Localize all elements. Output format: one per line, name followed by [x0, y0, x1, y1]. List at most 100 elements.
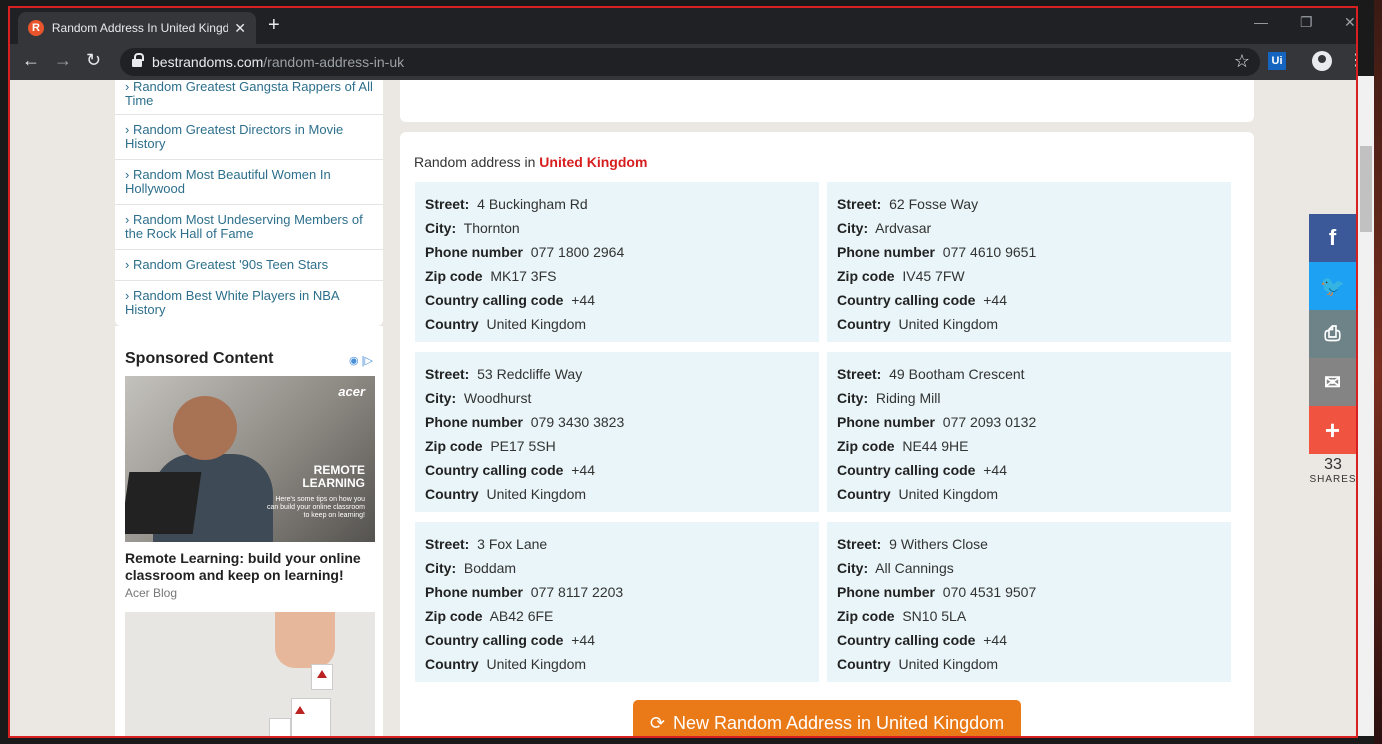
forward-icon[interactable]: →	[54, 50, 72, 71]
city-row: City: Riding Mill	[837, 386, 1221, 410]
street-value: 4 Buckingham Rd	[477, 196, 588, 212]
street-value: 53 Redcliffe Way	[477, 366, 583, 382]
address-card: Street: 4 Buckingham Rd City: Thornton P…	[415, 182, 819, 342]
zip-label: Zip code	[425, 608, 483, 624]
lock-icon	[132, 52, 144, 68]
facebook-icon: f	[1328, 225, 1337, 250]
browser-menu-icon[interactable]: ⋮	[1348, 50, 1356, 70]
street-row: Street: 9 Withers Close	[837, 532, 1221, 556]
address-results-card: Random address in United Kingdom Street:…	[400, 132, 1254, 736]
heading-prefix: Random address in	[414, 154, 540, 170]
reload-icon[interactable]: ↻	[86, 50, 101, 71]
city-value: Thornton	[463, 220, 520, 236]
ad-image-2[interactable]	[125, 612, 375, 736]
calling-code-label: Country calling code	[425, 632, 564, 648]
street-row: Street: 62 Fosse Way	[837, 192, 1221, 216]
calling-code-row: Country calling code +44	[837, 628, 1221, 652]
city-row: City: Thornton	[425, 216, 809, 240]
sidebar-link[interactable]: › Random Most Beautiful Women In Hollywo…	[115, 160, 383, 205]
street-label: Street:	[425, 536, 470, 552]
calling-code-row: Country calling code +44	[425, 288, 809, 312]
country-label: Country	[425, 656, 479, 672]
sidebar-link[interactable]: › Random Greatest Gangsta Rappers of All…	[115, 80, 383, 115]
phone-row: Phone number 077 2093 0132	[837, 410, 1221, 434]
more-share-button[interactable]: +	[1309, 406, 1356, 454]
acer-logo: acer	[338, 384, 365, 399]
phone-label: Phone number	[425, 414, 524, 430]
address-card: Street: 9 Withers Close City: All Cannin…	[827, 522, 1231, 682]
new-random-address-button[interactable]: ⟳ New Random Address in United Kingdom	[633, 700, 1021, 736]
browser-window: R Random Address In United Kingdo ✕ + — …	[8, 6, 1358, 738]
zip-row: Zip code PE17 5SH	[425, 434, 809, 458]
address-bar[interactable]: bestrandoms.com /random-address-in-uk ☆	[120, 48, 1260, 76]
back-icon[interactable]: ←	[22, 50, 40, 71]
sidebar-link[interactable]: › Random Greatest '90s Teen Stars	[115, 250, 383, 281]
address-card: Street: 3 Fox Lane City: Boddam Phone nu…	[415, 522, 819, 682]
profile-avatar-icon[interactable]	[1312, 51, 1332, 71]
country-value: United Kingdom	[898, 656, 999, 672]
city-label: City:	[425, 390, 457, 406]
sidebar-link[interactable]: › Random Best White Players in NBA Histo…	[115, 281, 383, 326]
ad-overlay-tips: Here's some tips on how you can build yo…	[266, 496, 365, 519]
zip-value: AB42 6FE	[489, 608, 554, 624]
close-window-icon[interactable]: ✕	[1344, 14, 1356, 31]
calling-code-row: Country calling code +44	[837, 458, 1221, 482]
scrollbar-thumb[interactable]	[1360, 146, 1372, 232]
phone-label: Phone number	[837, 414, 936, 430]
site-favicon-icon: R	[28, 20, 44, 36]
email-share-button[interactable]: ✉	[1309, 358, 1356, 406]
street-row: Street: 4 Buckingham Rd	[425, 192, 809, 216]
ad-figure-head	[173, 396, 237, 460]
city-row: City: All Cannings	[837, 556, 1221, 580]
extension-icon[interactable]: Ui	[1268, 52, 1286, 70]
related-links-list: › Random Greatest Gangsta Rappers of All…	[115, 80, 383, 326]
ad-headline[interactable]: Remote Learning: build your online class…	[125, 550, 373, 584]
ad-overlay-line-2: LEARNING	[302, 476, 365, 490]
new-tab-button[interactable]: +	[268, 14, 280, 37]
city-label: City:	[837, 390, 869, 406]
sidebar-link[interactable]: › Random Most Undeserving Members of the…	[115, 205, 383, 250]
new-random-address-label: New Random Address in United Kingdom	[672, 712, 1005, 733]
zip-label: Zip code	[837, 608, 895, 624]
city-row: City: Boddam	[425, 556, 809, 580]
sidebar-link[interactable]: › Random Greatest Directors in Movie His…	[115, 115, 383, 160]
city-label: City:	[425, 560, 457, 576]
calling-code-label: Country calling code	[425, 292, 564, 308]
zip-label: Zip code	[425, 438, 483, 454]
ad-laptop	[125, 472, 202, 534]
browser-tab[interactable]: R Random Address In United Kingdo ✕	[18, 12, 256, 44]
zip-row: Zip code AB42 6FE	[425, 604, 809, 628]
tab-bar: R Random Address In United Kingdo ✕ + — …	[10, 8, 1356, 44]
street-label: Street:	[425, 196, 470, 212]
minimize-icon[interactable]: —	[1254, 14, 1268, 30]
share-bar: f 🐦 ⎙ ✉ + 33 SHARES	[1309, 214, 1356, 485]
city-value: All Cannings	[875, 560, 954, 576]
arrow-up-icon	[317, 670, 327, 678]
bookmark-star-icon[interactable]: ☆	[1234, 51, 1250, 72]
url-path: /random-address-in-uk	[263, 54, 405, 70]
zip-row: Zip code NE44 9HE	[837, 434, 1221, 458]
calling-code-label: Country calling code	[837, 632, 976, 648]
phone-value: 077 8117 2203	[530, 584, 624, 600]
street-value: 3 Fox Lane	[477, 536, 548, 552]
calling-code-row: Country calling code +44	[425, 458, 809, 482]
restore-icon[interactable]: ❐	[1300, 14, 1313, 31]
phone-row: Phone number 077 4610 9651	[837, 240, 1221, 264]
address-card: Street: 62 Fosse Way City: Ardvasar Phon…	[827, 182, 1231, 342]
ad-choices-icon[interactable]: ◉ |▷	[349, 354, 373, 367]
page-scrollbar[interactable]	[1358, 76, 1374, 736]
ad-block	[291, 698, 331, 736]
calling-code-row: Country calling code +44	[425, 628, 809, 652]
print-share-button[interactable]: ⎙	[1309, 310, 1356, 358]
twitter-share-button[interactable]: 🐦	[1309, 262, 1356, 310]
facebook-share-button[interactable]: f	[1309, 214, 1356, 262]
heading-country: United Kingdom	[539, 154, 648, 170]
ad-image[interactable]: acer REMOTE LEARNING Here's some tips on…	[125, 376, 375, 542]
zip-value: IV45 7FW	[902, 268, 965, 284]
street-row: Street: 49 Bootham Crescent	[837, 362, 1221, 386]
close-tab-icon[interactable]: ✕	[234, 20, 246, 37]
results-heading: Random address in United Kingdom	[414, 154, 647, 170]
address-card: Street: 53 Redcliffe Way City: Woodhurst…	[415, 352, 819, 512]
street-value: 49 Bootham Crescent	[889, 366, 1025, 382]
city-value: Boddam	[463, 560, 517, 576]
